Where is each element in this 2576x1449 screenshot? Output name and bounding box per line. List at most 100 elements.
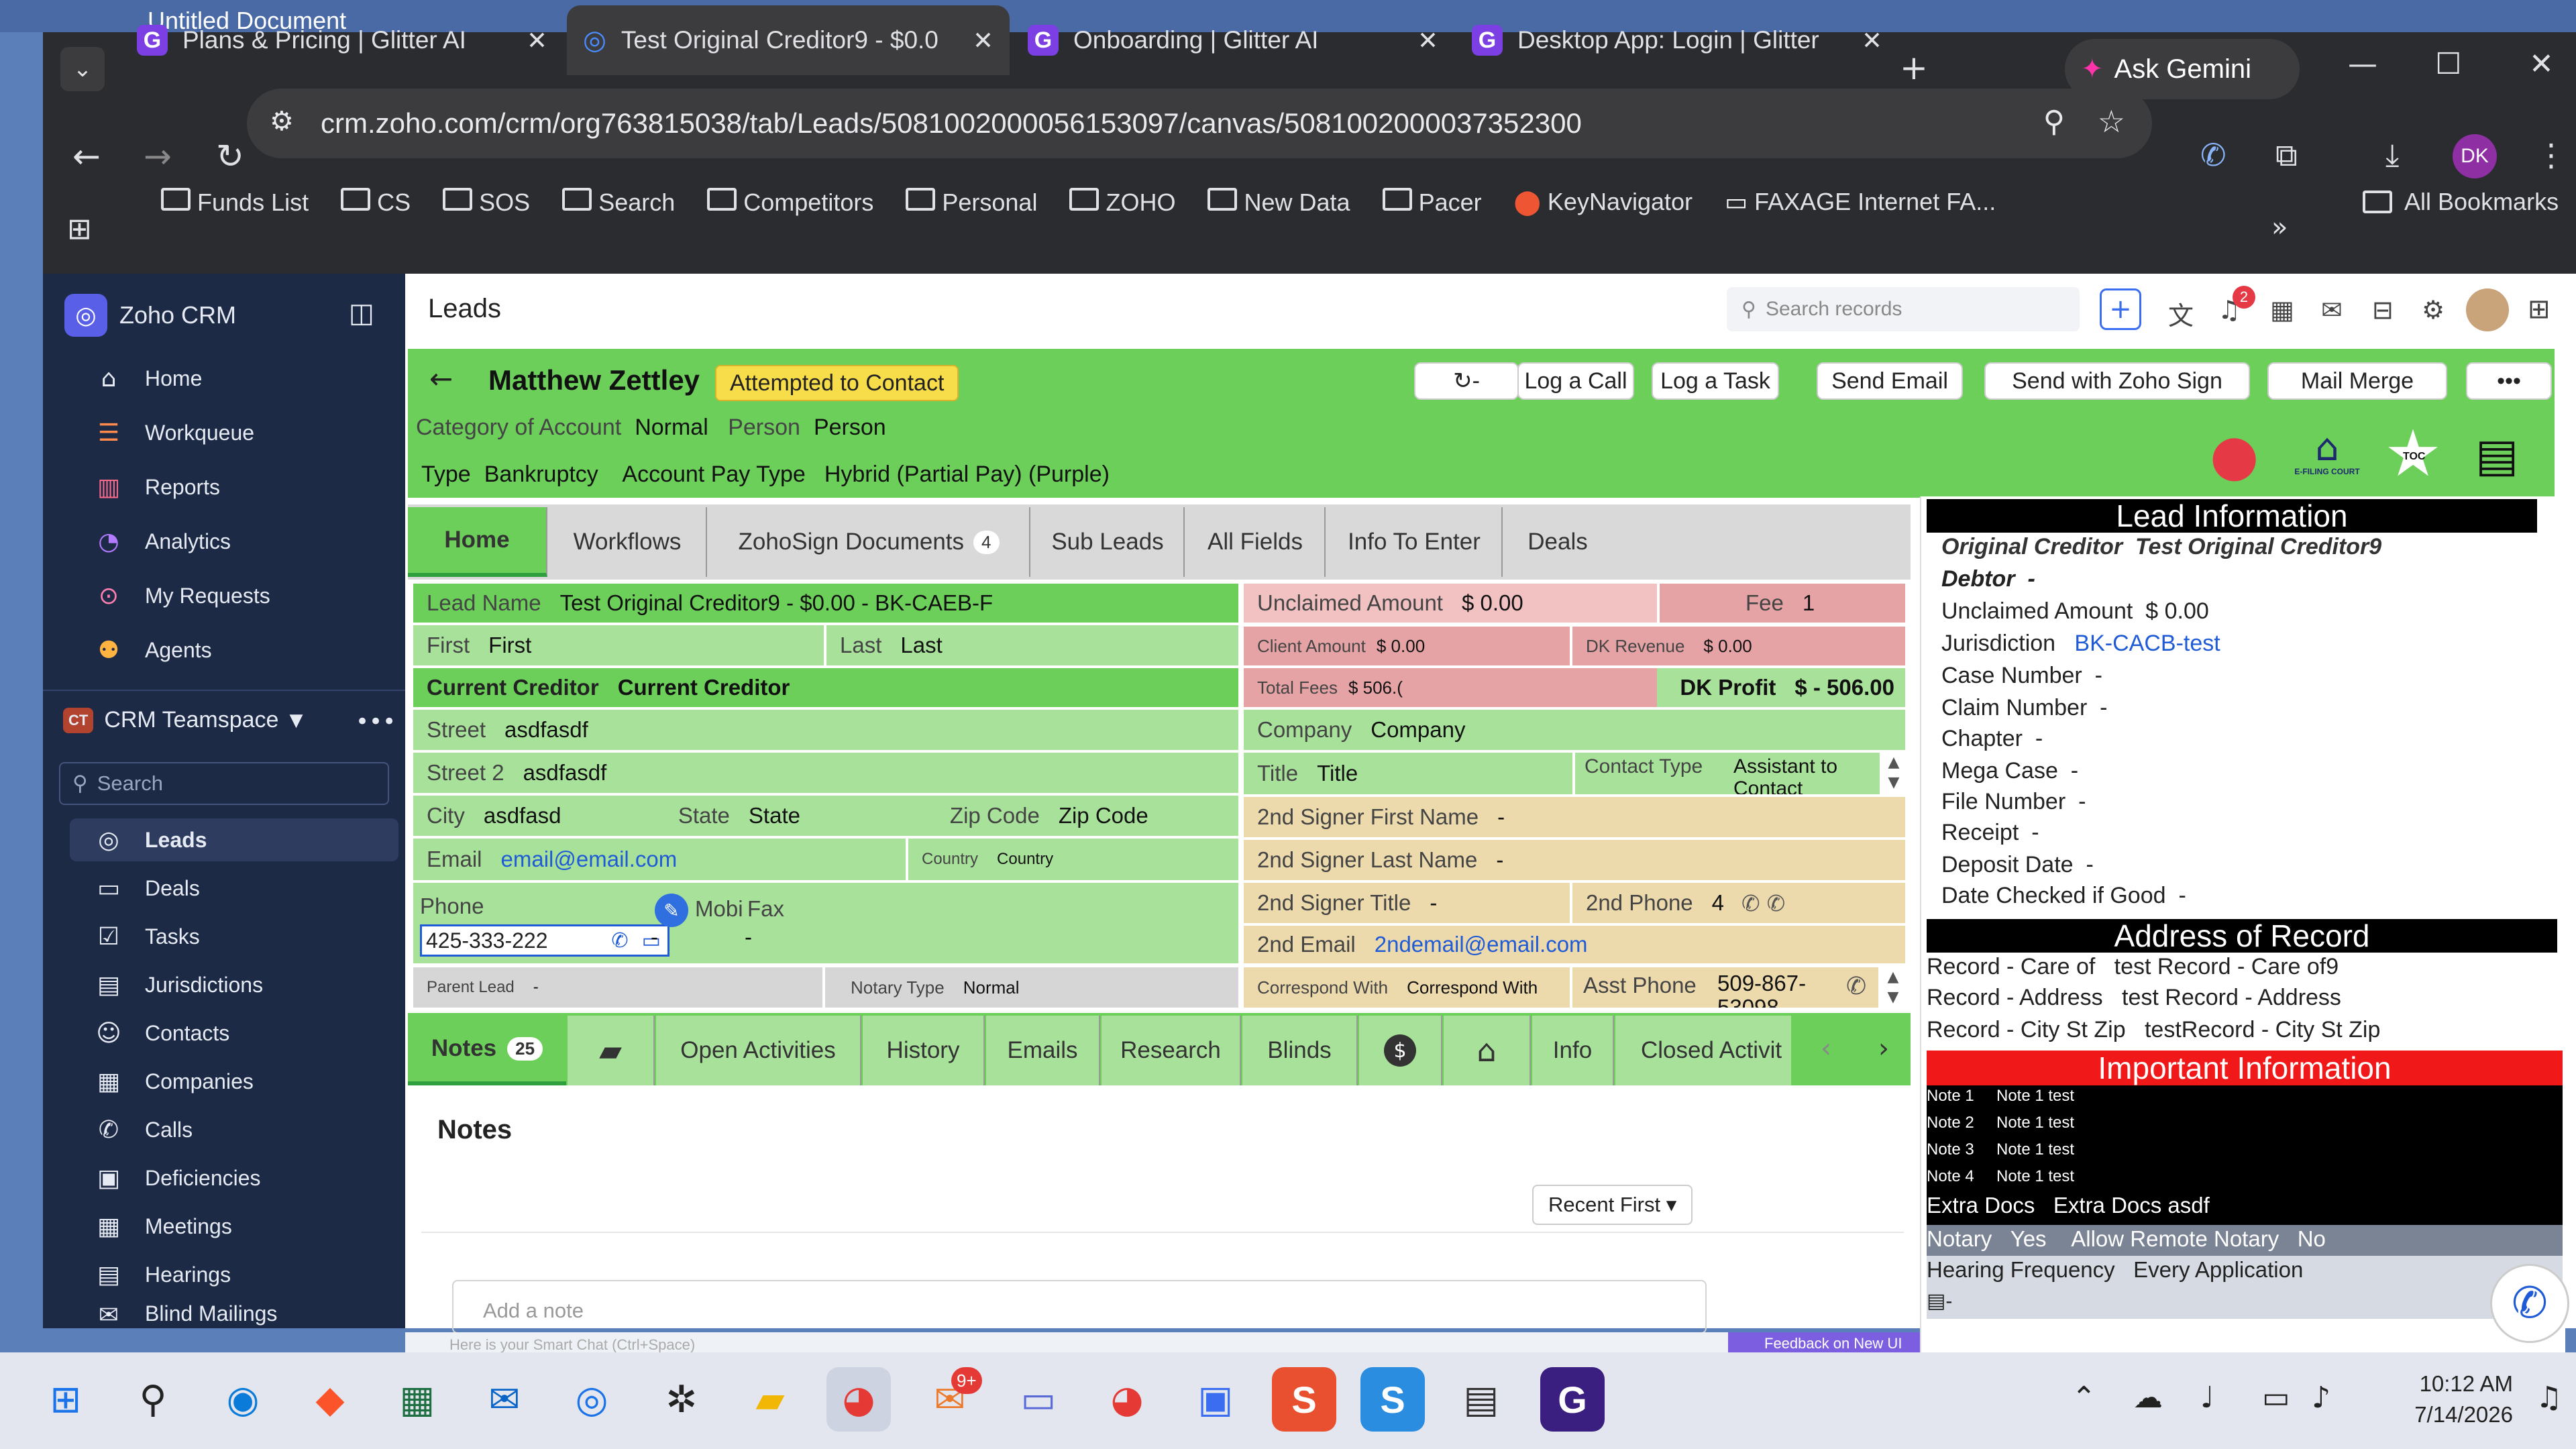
remote-desktop-icon[interactable]: ▣ <box>1183 1367 1248 1432</box>
all-bookmarks-button[interactable]: All Bookmarks <box>2363 173 2559 231</box>
glitter-app-icon[interactable]: G <box>1540 1367 1605 1432</box>
close-icon[interactable]: ✕ <box>1862 26 1882 55</box>
scroll-right-icon[interactable]: › <box>1878 1033 1889 1064</box>
file-explorer-icon[interactable]: ▰ <box>738 1367 802 1432</box>
field-contact-type[interactable]: Contact Type Assistant to Contact <box>1575 753 1880 794</box>
tab-zohosign-documents[interactable]: ZohoSign Documents 4 <box>708 507 1030 577</box>
close-icon[interactable]: ✕ <box>973 26 994 55</box>
sidebar-item-calls[interactable]: ✆ Calls <box>70 1108 398 1151</box>
call-icon[interactable]: ✆ <box>1846 973 1866 1000</box>
smart-chat-bar[interactable]: Here is your Smart Chat (Ctrl+Space) <box>405 1332 1905 1352</box>
tab-info-to-enter[interactable]: Info To Enter <box>1327 507 1503 577</box>
mail-merge-button[interactable]: Mail Merge <box>2267 362 2447 400</box>
field-first[interactable]: First First <box>413 625 824 665</box>
add-note-input[interactable]: Add a note <box>452 1280 1707 1334</box>
asst-phone-scroll-icon[interactable]: ▲ ▼ <box>1881 967 1905 1008</box>
bookmark-sos[interactable]: SOS <box>443 187 530 217</box>
bookmark-zoho[interactable]: ZOHO <box>1069 187 1175 217</box>
field-title[interactable]: Title Title <box>1244 753 1572 794</box>
refresh-menu-button[interactable]: ↻- <box>1414 362 1519 400</box>
field-2nd-signer-title[interactable]: 2nd Signer Title - <box>1244 883 1570 923</box>
brave-icon[interactable]: ◆ <box>298 1367 362 1432</box>
phone-input[interactable]: 425-333-222 ✆ ▭ <box>420 924 669 957</box>
settings-gear-icon[interactable]: ⚙ <box>2422 295 2445 325</box>
minimize-icon[interactable]: — <box>2348 47 2377 81</box>
edit-pencil-icon[interactable]: ✎ <box>655 894 688 927</box>
tab-closed-activities[interactable]: Closed Activit <box>1615 1016 1791 1085</box>
phone-icon[interactable]: ✆ <box>1767 890 1786 916</box>
circle-app-icon[interactable]: ◎ <box>559 1367 624 1432</box>
start-icon[interactable]: ⊞ <box>34 1367 98 1432</box>
send-email-button[interactable]: Send Email <box>1817 362 1963 400</box>
tab-research[interactable]: Research <box>1102 1016 1241 1085</box>
tab-home[interactable]: Home <box>408 507 547 577</box>
field-fee[interactable]: Fee 1 <box>1660 584 1905 623</box>
field-dk-profit[interactable]: DK Profit $ - 506.00 <box>1657 668 1905 707</box>
contact-type-scroll-icon[interactable]: ▲ ▼ <box>1882 753 1905 794</box>
maximize-icon[interactable]: ☐ <box>2435 47 2461 81</box>
tab-workflows[interactable]: Workflows <box>549 507 707 577</box>
excel-icon[interactable]: ▦ <box>385 1367 449 1432</box>
tab-search-icon[interactable]: ⌄ <box>60 47 105 91</box>
network-icon[interactable]: ▭ <box>2262 1381 2290 1415</box>
bookmark-pacer[interactable]: Pacer <box>1382 187 1482 217</box>
tab-sub-leads[interactable]: Sub Leads <box>1032 507 1185 577</box>
field-dk-revenue[interactable]: DK Revenue $ 0.00 <box>1572 627 1905 665</box>
field-client-amount[interactable]: Client Amount $ 0.00 <box>1244 627 1570 665</box>
toc-star-icon[interactable]: ★ TOC <box>2384 421 2449 490</box>
apps-grid-icon[interactable]: ⊞ <box>2528 294 2551 325</box>
close-icon[interactable]: ✕ <box>527 26 547 55</box>
teamspace-more-icon[interactable]: ••• <box>356 708 396 735</box>
site-info-icon[interactable]: ⚙ <box>270 106 294 137</box>
search-records-input[interactable]: ⚲ Search records <box>1727 287 2080 331</box>
bookmark-new-data[interactable]: New Data <box>1208 187 1350 217</box>
efiling-court-icon[interactable]: ⌂ E-FILING COURT <box>2294 429 2359 491</box>
tab-info[interactable]: Info <box>1532 1016 1614 1085</box>
tab-court[interactable]: ⌂ <box>1444 1016 1531 1085</box>
microphone-icon[interactable]: ♩ <box>2200 1381 2214 1415</box>
field-current-creditor[interactable]: Current Creditor Current Creditor <box>413 668 1238 707</box>
mail-icon[interactable]: ✉ <box>2321 295 2343 325</box>
s-blue-app-icon[interactable]: S <box>1360 1367 1425 1432</box>
bookmark-cs[interactable]: CS <box>341 187 411 217</box>
field-last[interactable]: Last Last <box>826 625 1238 665</box>
sidebar-toggle-icon[interactable]: ◫ <box>349 298 374 329</box>
clock[interactable]: 10:12 AM 7/14/2026 <box>2372 1368 2513 1430</box>
send-zoho-sign-button[interactable]: Send with Zoho Sign <box>1984 362 2250 400</box>
new-tab-icon[interactable]: + <box>1900 48 1928 87</box>
volume-icon[interactable]: ♪ <box>2312 1381 2330 1415</box>
more-bookmarks-icon[interactable]: » <box>2271 212 2288 243</box>
browser-tab-onboarding[interactable]: G Onboarding | Glitter AI ✕ <box>1012 5 1454 75</box>
field-2nd-signer-last[interactable]: 2nd Signer Last Name - <box>1244 840 1905 880</box>
log-task-button[interactable]: Log a Task <box>1652 362 1779 400</box>
browser-tab-zoho[interactable]: ◎ Test Original Creditor9 - $0.0 ✕ <box>567 5 1010 75</box>
chrome-icon[interactable]: ◕ <box>826 1367 891 1432</box>
field-total-fees[interactable]: Total Fees $ 506.( <box>1244 668 1657 707</box>
tab-attachments[interactable]: ▰ <box>568 1016 655 1085</box>
s-red-app-icon[interactable]: S <box>1272 1367 1336 1432</box>
call-icon[interactable]: ✆ <box>1741 890 1760 916</box>
browser-tab-plans[interactable]: G Plans & Pricing | Glitter AI ✕ <box>121 5 564 75</box>
notifications-bell-icon[interactable]: ♫ <box>2536 1381 2562 1415</box>
field-2nd-email[interactable]: 2nd Email 2ndemail@email.com <box>1244 926 1905 963</box>
tab-open-activities[interactable]: Open Activities <box>656 1016 861 1085</box>
tray-chevron-icon[interactable]: ⌃ <box>2072 1381 2096 1415</box>
lead-status-badge[interactable]: Attempted to Contact <box>715 365 959 401</box>
sidebar-item-reports[interactable]: ▥ Reports <box>70 466 398 508</box>
bookmark-faxage[interactable]: ▭ FAXAGE Internet FA... <box>1725 188 1996 216</box>
more-actions-button[interactable]: ••• <box>2466 362 2552 400</box>
tab-history[interactable]: History <box>863 1016 985 1085</box>
field-company[interactable]: Company Company <box>1244 710 1905 750</box>
field-2nd-phone[interactable]: 2nd Phone 4 ✆ ✆ <box>1572 883 1905 923</box>
sidebar-item-hearings[interactable]: ▤ Hearings <box>70 1253 398 1296</box>
tab-blinds[interactable]: Blinds <box>1242 1016 1358 1085</box>
sidebar-item-contacts[interactable]: ☺ Contacts <box>70 1012 398 1055</box>
bookmark-star-icon[interactable]: ☆ <box>2098 103 2125 140</box>
call-icon[interactable]: ✆ <box>605 929 635 953</box>
field-parent-lead[interactable]: Parent Lead - <box>413 967 822 1008</box>
jurisdiction-link[interactable]: BK-CACB-test <box>2074 631 2220 656</box>
sidebar-item-jurisdictions[interactable]: ▤ Jurisdictions <box>70 963 398 1006</box>
field-email[interactable]: Email email@email.com <box>413 839 906 880</box>
chrome-alt-icon[interactable]: ◕ <box>1095 1367 1159 1432</box>
sidebar-item-deficiencies[interactable]: ▣ Deficiencies <box>70 1157 398 1199</box>
